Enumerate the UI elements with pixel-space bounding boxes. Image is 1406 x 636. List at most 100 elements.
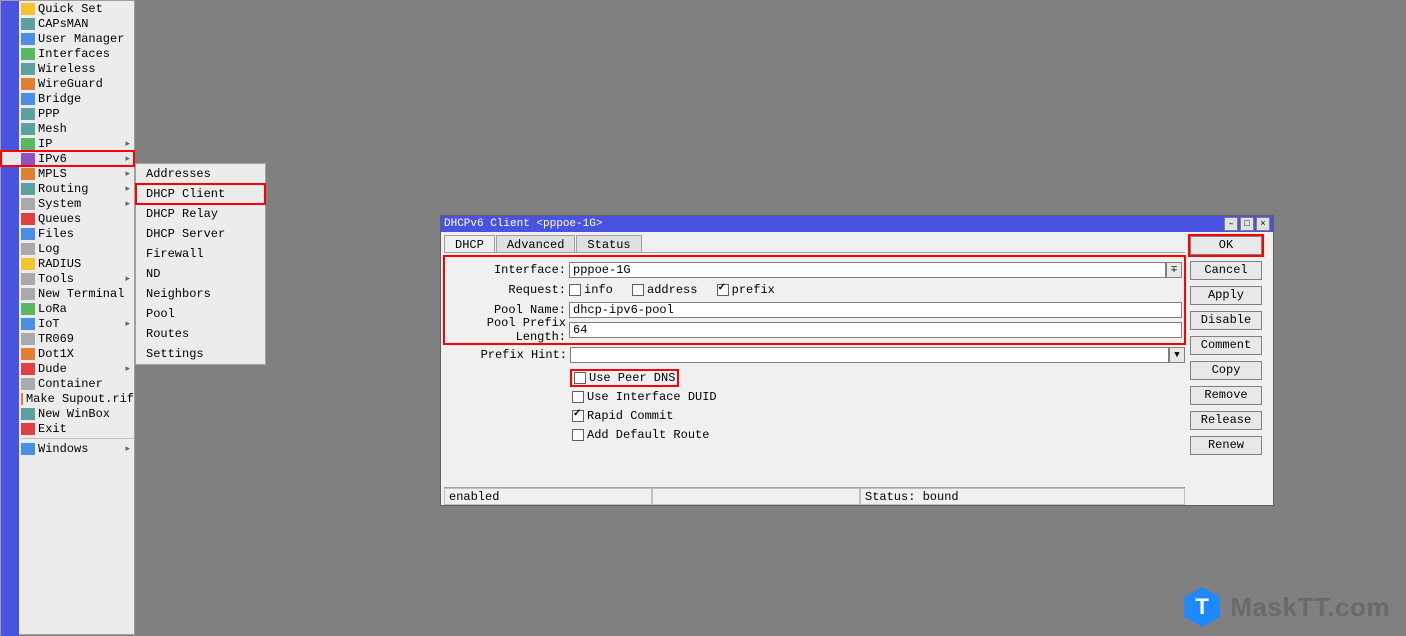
submenu-item-firewall[interactable]: Firewall bbox=[136, 244, 265, 264]
submenu-item-neighbors[interactable]: Neighbors bbox=[136, 284, 265, 304]
ipv6-submenu: AddressesDHCP ClientDHCP RelayDHCP Serve… bbox=[135, 163, 266, 365]
sidebar-item-iot[interactable]: IoT▸ bbox=[1, 316, 134, 331]
interface-input[interactable] bbox=[569, 262, 1166, 278]
disable-button[interactable]: Disable bbox=[1190, 311, 1262, 330]
statusbar: enabled Status: bound bbox=[444, 487, 1185, 505]
rapid-commit-label: Rapid Commit bbox=[587, 409, 673, 423]
submenu-item-routes[interactable]: Routes bbox=[136, 324, 265, 344]
sidebar-item-tr069[interactable]: TR069 bbox=[1, 331, 134, 346]
sidebar-item-label: Wireless bbox=[38, 62, 96, 76]
sidebar-item-label: Tools bbox=[38, 272, 74, 286]
queues-icon bbox=[21, 213, 35, 225]
prefix-hint-input[interactable] bbox=[570, 347, 1169, 363]
add-default-route-checkbox[interactable] bbox=[572, 429, 584, 441]
sidebar-item-new-terminal[interactable]: New Terminal bbox=[1, 286, 134, 301]
maximize-button[interactable]: □ bbox=[1240, 217, 1254, 231]
pool-name-input[interactable] bbox=[569, 302, 1182, 318]
sidebar-item-label: Container bbox=[38, 377, 103, 391]
sidebar-item-system[interactable]: System▸ bbox=[1, 196, 134, 211]
request-prefix-checkbox[interactable] bbox=[717, 284, 729, 296]
prefix-hint-toggle[interactable]: ▼ bbox=[1169, 347, 1185, 363]
sidebar-item-capsman[interactable]: CAPsMAN bbox=[1, 16, 134, 31]
submenu-item-dhcp-client[interactable]: DHCP Client bbox=[136, 184, 265, 204]
form-highlight-area: Interface: ∓ Request: info address prefi… bbox=[445, 257, 1184, 343]
sidebar-item-label: RADIUS bbox=[38, 257, 81, 271]
cancel-button[interactable]: Cancel bbox=[1190, 261, 1262, 280]
sidebar-item-bridge[interactable]: Bridge bbox=[1, 91, 134, 106]
use-peer-dns-checkbox[interactable] bbox=[574, 372, 586, 384]
sidebar-item-dot1x[interactable]: Dot1X bbox=[1, 346, 134, 361]
submenu-item-settings[interactable]: Settings bbox=[136, 344, 265, 364]
bridge-icon bbox=[21, 93, 35, 105]
sidebar-item-windows[interactable]: Windows ▸ bbox=[1, 441, 134, 456]
watermark: T MaskTT.com bbox=[1184, 587, 1390, 627]
titlebar[interactable]: DHCPv6 Client <pppoe-1G> – □ × bbox=[441, 216, 1273, 232]
sidebar-item-ip[interactable]: IP▸ bbox=[1, 136, 134, 151]
use-interface-duid-checkbox[interactable] bbox=[572, 391, 584, 403]
sidebar-item-files[interactable]: Files bbox=[1, 226, 134, 241]
tab-status[interactable]: Status bbox=[576, 235, 641, 252]
tab-dhcp[interactable]: DHCP bbox=[444, 235, 495, 252]
submenu-item-pool[interactable]: Pool bbox=[136, 304, 265, 324]
sidebar-item-ppp[interactable]: PPP bbox=[1, 106, 134, 121]
sidebar-item-queues[interactable]: Queues bbox=[1, 211, 134, 226]
submenu-item-nd[interactable]: ND bbox=[136, 264, 265, 284]
ok-button[interactable]: OK bbox=[1190, 236, 1262, 255]
sidebar-item-label: New Terminal bbox=[38, 287, 124, 301]
sidebar-item-label: IPv6 bbox=[38, 152, 67, 166]
request-info-label: info bbox=[584, 283, 613, 297]
status-empty bbox=[652, 488, 860, 505]
submenu-item-dhcp-server[interactable]: DHCP Server bbox=[136, 224, 265, 244]
sidebar-item-label: CAPsMAN bbox=[38, 17, 88, 31]
add-default-route-label: Add Default Route bbox=[587, 428, 709, 442]
request-address-label: address bbox=[647, 283, 697, 297]
sidebar-item-mesh[interactable]: Mesh bbox=[1, 121, 134, 136]
wireguard-icon bbox=[21, 78, 35, 90]
sidebar-item-label: User Manager bbox=[38, 32, 124, 46]
sidebar-item-tools[interactable]: Tools▸ bbox=[1, 271, 134, 286]
close-button[interactable]: × bbox=[1256, 217, 1270, 231]
comment-button[interactable]: Comment bbox=[1190, 336, 1262, 355]
release-button[interactable]: Release bbox=[1190, 411, 1262, 430]
sidebar-item-label: Windows bbox=[38, 442, 88, 456]
sidebar-item-dude[interactable]: Dude▸ bbox=[1, 361, 134, 376]
sidebar-item-make-supout.rif[interactable]: Make Supout.rif bbox=[1, 391, 134, 406]
sidebar-item-wireguard[interactable]: WireGuard bbox=[1, 76, 134, 91]
sidebar-item-new-winbox[interactable]: New WinBox bbox=[1, 406, 134, 421]
sidebar-item-radius[interactable]: RADIUS bbox=[1, 256, 134, 271]
ip-icon bbox=[21, 138, 35, 150]
tabs: DHCPAdvancedStatus bbox=[441, 232, 1188, 252]
sidebar-item-quick-set[interactable]: Quick Set bbox=[1, 1, 134, 16]
apply-button[interactable]: Apply bbox=[1190, 286, 1262, 305]
tab-advanced[interactable]: Advanced bbox=[496, 235, 576, 252]
sidebar-item-interfaces[interactable]: Interfaces bbox=[1, 46, 134, 61]
minimize-button[interactable]: – bbox=[1224, 217, 1238, 231]
copy-button[interactable]: Copy bbox=[1190, 361, 1262, 380]
interface-dropdown[interactable]: ∓ bbox=[1166, 262, 1182, 278]
ipv6-icon bbox=[21, 153, 35, 165]
sidebar-item-label: Make Supout.rif bbox=[26, 392, 134, 406]
request-address-checkbox[interactable] bbox=[632, 284, 644, 296]
submenu-item-dhcp-relay[interactable]: DHCP Relay bbox=[136, 204, 265, 224]
sidebar-item-label: TR069 bbox=[38, 332, 74, 346]
tools-icon bbox=[21, 273, 35, 285]
mesh-icon bbox=[21, 123, 35, 135]
rapid-commit-checkbox[interactable] bbox=[572, 410, 584, 422]
sidebar-item-lora[interactable]: LoRa bbox=[1, 301, 134, 316]
use-peer-dns-label: Use Peer DNS bbox=[589, 371, 675, 385]
submenu-item-addresses[interactable]: Addresses bbox=[136, 164, 265, 184]
sidebar-item-container[interactable]: Container bbox=[1, 376, 134, 391]
sidebar-item-routing[interactable]: Routing▸ bbox=[1, 181, 134, 196]
chevron-right-icon: ▸ bbox=[125, 364, 130, 374]
sidebar-item-user-manager[interactable]: User Manager bbox=[1, 31, 134, 46]
request-info-checkbox[interactable] bbox=[569, 284, 581, 296]
sidebar-item-log[interactable]: Log bbox=[1, 241, 134, 256]
sidebar-item-ipv6[interactable]: IPv6▸ bbox=[1, 151, 134, 166]
pool-prefix-length-input[interactable] bbox=[569, 322, 1182, 338]
use-peer-dns-highlight: Use Peer DNS bbox=[572, 371, 677, 385]
sidebar-item-exit[interactable]: Exit bbox=[1, 421, 134, 436]
sidebar-item-wireless[interactable]: Wireless bbox=[1, 61, 134, 76]
renew-button[interactable]: Renew bbox=[1190, 436, 1262, 455]
sidebar-item-mpls[interactable]: MPLS▸ bbox=[1, 166, 134, 181]
remove-button[interactable]: Remove bbox=[1190, 386, 1262, 405]
